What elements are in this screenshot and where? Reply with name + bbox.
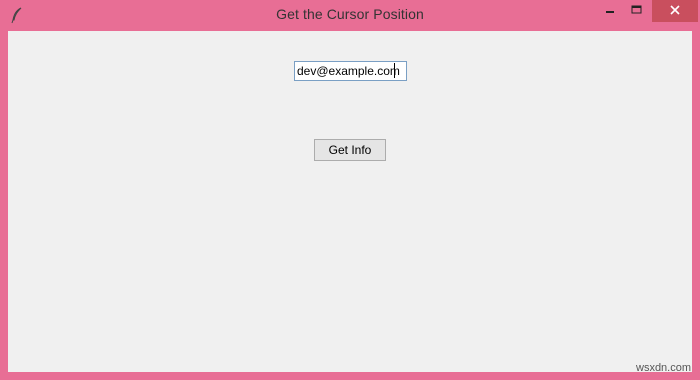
window-client-area: Get Info <box>8 31 692 372</box>
watermark: wsxdn.com <box>636 362 692 374</box>
window-title: Get the Cursor Position <box>276 6 424 22</box>
title-bar[interactable]: Get the Cursor Position <box>0 0 700 30</box>
text-cursor <box>394 63 395 78</box>
minimize-icon <box>605 2 615 20</box>
close-icon <box>670 2 680 20</box>
get-info-button[interactable]: Get Info <box>314 139 386 161</box>
minimize-button[interactable] <box>598 0 622 22</box>
app-window: Get the Cursor Position Get Info wsxdn.c… <box>0 0 700 380</box>
maximize-icon <box>631 2 642 20</box>
close-button[interactable] <box>652 0 698 22</box>
text-entry[interactable] <box>294 61 407 81</box>
maximize-button[interactable] <box>624 0 648 22</box>
